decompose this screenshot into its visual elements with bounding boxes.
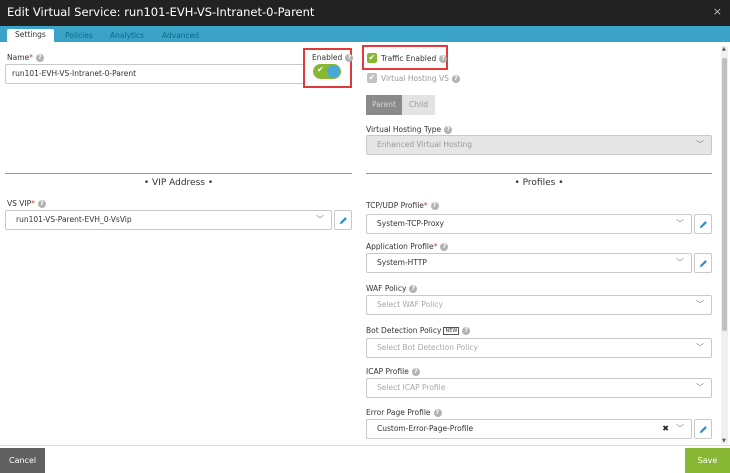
waf-policy-select[interactable]: Select WAF Policy ﹀ <box>366 295 712 315</box>
chevron-down-icon: ﹀ <box>696 140 704 149</box>
chevron-down-icon: ﹀ <box>316 215 324 224</box>
help-icon[interactable]: ? <box>411 368 420 376</box>
tab-advanced[interactable]: Advanced <box>162 30 199 42</box>
footer: Cancel Save <box>0 445 730 473</box>
bot-detection-policy-label: Bot Detection Policy NEW? <box>366 326 471 335</box>
section-divider <box>5 173 352 174</box>
edit-error-page-profile-button[interactable] <box>694 419 712 439</box>
chevron-down-icon: ﹀ <box>676 219 684 228</box>
tab-analytics[interactable]: Analytics <box>110 30 144 42</box>
help-icon[interactable]: ? <box>430 202 439 210</box>
new-badge: NEW <box>443 327 460 335</box>
virtual-hosting-vs-checkbox[interactable]: ✔ <box>367 73 377 83</box>
tcp-udp-profile-label: TCP/UDP Profile*? <box>366 201 439 210</box>
virtual-hosting-type-label: Virtual Hosting Type? <box>366 125 453 134</box>
help-icon[interactable]: ? <box>37 200 46 208</box>
help-icon[interactable]: ? <box>35 54 44 62</box>
chevron-down-icon: ﹀ <box>676 424 684 433</box>
error-page-profile-select[interactable]: Custom-Error-Page-Profile ✖ ﹀ <box>366 419 692 439</box>
error-page-profile-label: Error Page Profile? <box>366 408 442 417</box>
help-icon[interactable]: ? <box>433 409 442 417</box>
enabled-toggle[interactable]: ✔ <box>313 64 341 79</box>
edit-vs-vip-button[interactable] <box>334 210 352 230</box>
save-button[interactable]: Save <box>685 448 730 473</box>
name-input[interactable]: run101-EVH-VS-Intranet-0-Parent <box>5 64 304 84</box>
help-icon[interactable]: ? <box>440 243 449 251</box>
title-bar: Edit Virtual Service: run101-EVH-VS-Intr… <box>0 0 730 26</box>
dialog-title: Edit Virtual Service: run101-EVH-VS-Intr… <box>7 5 315 19</box>
bot-detection-policy-select[interactable]: Select Bot Detection Policy ﹀ <box>366 338 712 358</box>
vs-vip-select[interactable]: run101-VS-Parent-EVH_0-VsVip ﹀ <box>5 210 332 230</box>
icap-profile-label: ICAP Profile? <box>366 367 420 376</box>
virtual-hosting-type-select[interactable]: Enhanced Virtual Hosting ﹀ <box>366 135 712 155</box>
name-label: Name*? <box>7 53 44 62</box>
edit-tcp-udp-profile-button[interactable] <box>694 214 712 234</box>
clear-icon[interactable]: ✖ <box>662 420 669 438</box>
help-icon[interactable]: ? <box>444 126 453 134</box>
waf-policy-label: WAF Policy? <box>366 284 418 293</box>
close-icon[interactable]: × <box>713 5 722 18</box>
check-icon: ✔ <box>317 65 324 74</box>
chevron-down-icon: ﹀ <box>676 258 684 267</box>
help-icon[interactable]: ? <box>462 327 471 335</box>
traffic-enabled-checkbox[interactable]: ✔ <box>367 53 377 63</box>
application-profile-label: Application Profile*? <box>366 242 449 251</box>
vs-vip-label: VS VIP*? <box>7 199 46 208</box>
parent-toggle-button[interactable]: Parent <box>366 95 402 115</box>
help-icon[interactable]: ? <box>439 55 448 63</box>
scrollbar[interactable]: ▲ ▼ <box>721 46 728 444</box>
edit-application-profile-button[interactable] <box>694 253 712 273</box>
pencil-icon <box>699 221 707 229</box>
scroll-down-arrow-icon[interactable]: ▼ <box>722 438 726 444</box>
section-divider <box>366 173 712 174</box>
chevron-down-icon: ﹀ <box>696 343 704 352</box>
chevron-down-icon: ﹀ <box>696 383 704 392</box>
pencil-icon <box>699 260 707 268</box>
scroll-up-arrow-icon[interactable]: ▲ <box>722 46 726 52</box>
virtual-hosting-vs-label: Virtual Hosting VS? <box>381 74 460 83</box>
toggle-knob <box>327 65 340 78</box>
tcp-udp-profile-select[interactable]: System-TCP-Proxy ﹀ <box>366 214 692 234</box>
help-icon[interactable]: ? <box>345 54 354 62</box>
traffic-enabled-label: Traffic Enabled? <box>381 54 448 63</box>
help-icon[interactable]: ? <box>451 75 460 83</box>
vip-address-section-title: • VIP Address • <box>143 178 214 188</box>
tab-policies[interactable]: Policies <box>65 30 93 42</box>
tab-settings[interactable]: Settings <box>7 29 54 42</box>
help-icon[interactable]: ? <box>409 285 418 293</box>
pencil-icon <box>339 217 347 225</box>
tab-bar: Settings Policies Analytics Advanced <box>0 26 730 42</box>
profiles-section-title: • Profiles • <box>514 178 564 188</box>
pencil-icon <box>699 426 707 434</box>
chevron-down-icon: ﹀ <box>696 300 704 309</box>
settings-panel: Name*? run101-EVH-VS-Intranet-0-Parent E… <box>0 42 730 445</box>
icap-profile-select[interactable]: Select ICAP Profile ﹀ <box>366 378 712 398</box>
cancel-button[interactable]: Cancel <box>0 448 45 473</box>
application-profile-select[interactable]: System-HTTP ﹀ <box>366 253 692 273</box>
scrollbar-thumb[interactable] <box>722 58 727 331</box>
enabled-label: Enabled? <box>312 53 354 62</box>
child-toggle-button[interactable]: Child <box>402 95 435 115</box>
